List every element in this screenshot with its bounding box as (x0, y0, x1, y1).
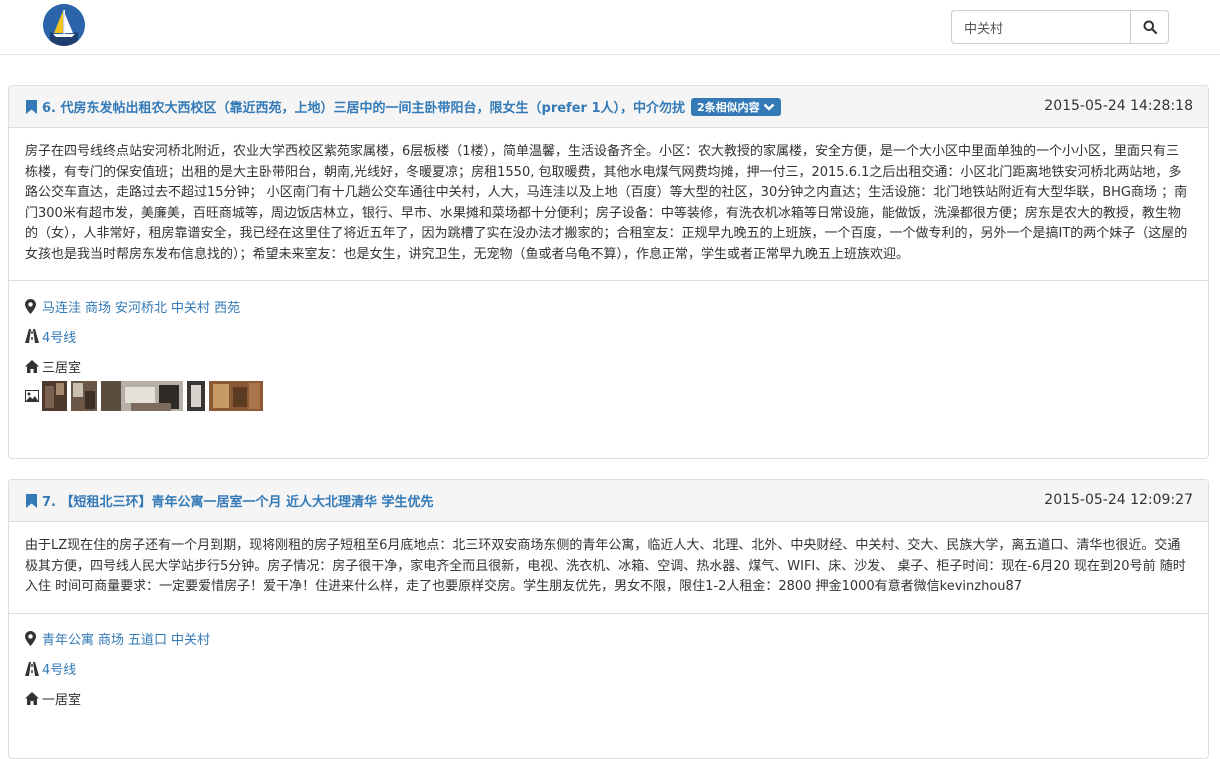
room-type: 一居室 (42, 693, 82, 708)
post-title-text[interactable]: 7. 【短租北三环】青年公寓一居室一个月 近人大北理清华 学生优先 (42, 491, 434, 510)
location-link[interactable]: 五道口 (128, 629, 167, 648)
chevron-down-icon (763, 103, 775, 111)
home-icon (25, 692, 42, 705)
photo-thumbnail[interactable] (209, 381, 263, 411)
photo-row (25, 381, 1192, 411)
picture-icon (25, 390, 42, 402)
photo-thumbnail[interactable] (42, 381, 67, 411)
room-row: 一居室 (25, 684, 1192, 714)
bookmark-icon (26, 99, 37, 114)
post-date: 2015-05-24 14:28:18 (1044, 98, 1193, 114)
post-panel: 7. 【短租北三环】青年公寓一居室一个月 近人大北理清华 学生优先 2015-0… (8, 479, 1209, 759)
post-title-text[interactable]: 6. 代房东发帖出租农大西校区（靠近西苑，上地）三居中的一间主卧带阳台，限女生（… (42, 97, 685, 116)
bookmark-icon (26, 493, 37, 508)
room-row: 三居室 (25, 351, 1192, 381)
location-link[interactable]: 青年公寓 (42, 629, 94, 648)
road-icon (25, 661, 42, 676)
location-tags: 马连洼 商场 安河桥北 中关村 西苑 (25, 291, 1192, 321)
subway-link[interactable]: 4号线 (42, 327, 76, 346)
subway-link[interactable]: 4号线 (42, 659, 76, 678)
location-link[interactable]: 商场 (98, 629, 124, 648)
location-link[interactable]: 安河桥北 (115, 297, 167, 316)
map-marker-icon (25, 298, 42, 314)
subway-row: 4号线 (25, 321, 1192, 351)
location-link[interactable]: 中关村 (171, 297, 210, 316)
post-heading: 6. 代房东发帖出租农大西校区（靠近西苑，上地）三居中的一间主卧带阳台，限女生（… (9, 86, 1208, 128)
location-link[interactable]: 中关村 (171, 629, 210, 648)
map-marker-icon (25, 631, 42, 646)
post-title[interactable]: 6. 代房东发帖出租农大西校区（靠近西苑，上地）三居中的一间主卧带阳台，限女生（… (26, 97, 781, 116)
search-form (951, 10, 1169, 44)
post-date: 2015-05-24 12:09:27 (1044, 492, 1193, 508)
home-icon (25, 359, 42, 373)
top-navbar (0, 0, 1220, 55)
post-meta: 马连洼 商场 安河桥北 中关村 西苑 4号线 三居室 (9, 281, 1208, 411)
location-link[interactable]: 商场 (85, 297, 111, 316)
road-icon (25, 329, 42, 343)
location-link[interactable]: 马连洼 (42, 297, 81, 316)
subway-row: 4号线 (25, 654, 1192, 684)
post-heading: 7. 【短租北三环】青年公寓一居室一个月 近人大北理清华 学生优先 2015-0… (9, 480, 1208, 522)
photo-thumbnail[interactable] (71, 381, 97, 411)
photo-thumbnail[interactable] (187, 381, 205, 411)
post-body: 由于LZ现在住的房子还有一个月到期，现将刚租的房子短租至6月底地点：北三环双安商… (9, 522, 1208, 614)
photo-thumbnail[interactable] (101, 381, 183, 411)
location-tags: 青年公寓 商场 五道口 中关村 (25, 624, 1192, 654)
post-panel: 6. 代房东发帖出租农大西校区（靠近西苑，上地）三居中的一间主卧带阳台，限女生（… (8, 85, 1209, 459)
post-body: 房子在四号线终点站安河桥北附近，农业大学西校区紫苑家属楼，6层板楼（1楼），简单… (9, 128, 1208, 281)
room-type: 三居室 (42, 360, 82, 376)
location-link[interactable]: 西苑 (214, 297, 240, 316)
search-icon (1143, 20, 1157, 34)
similar-content-button[interactable]: 2条相似内容 (691, 97, 781, 116)
similar-content-label: 2条相似内容 (697, 100, 760, 114)
post-title[interactable]: 7. 【短租北三环】青年公寓一居室一个月 近人大北理清华 学生优先 (26, 491, 434, 510)
search-button[interactable] (1130, 10, 1169, 44)
search-input[interactable] (951, 10, 1130, 44)
post-meta: 青年公寓 商场 五道口 中关村 4号线 一居室 (9, 614, 1208, 714)
photo-thumbnails (42, 381, 267, 411)
logo-icon[interactable] (43, 4, 85, 46)
